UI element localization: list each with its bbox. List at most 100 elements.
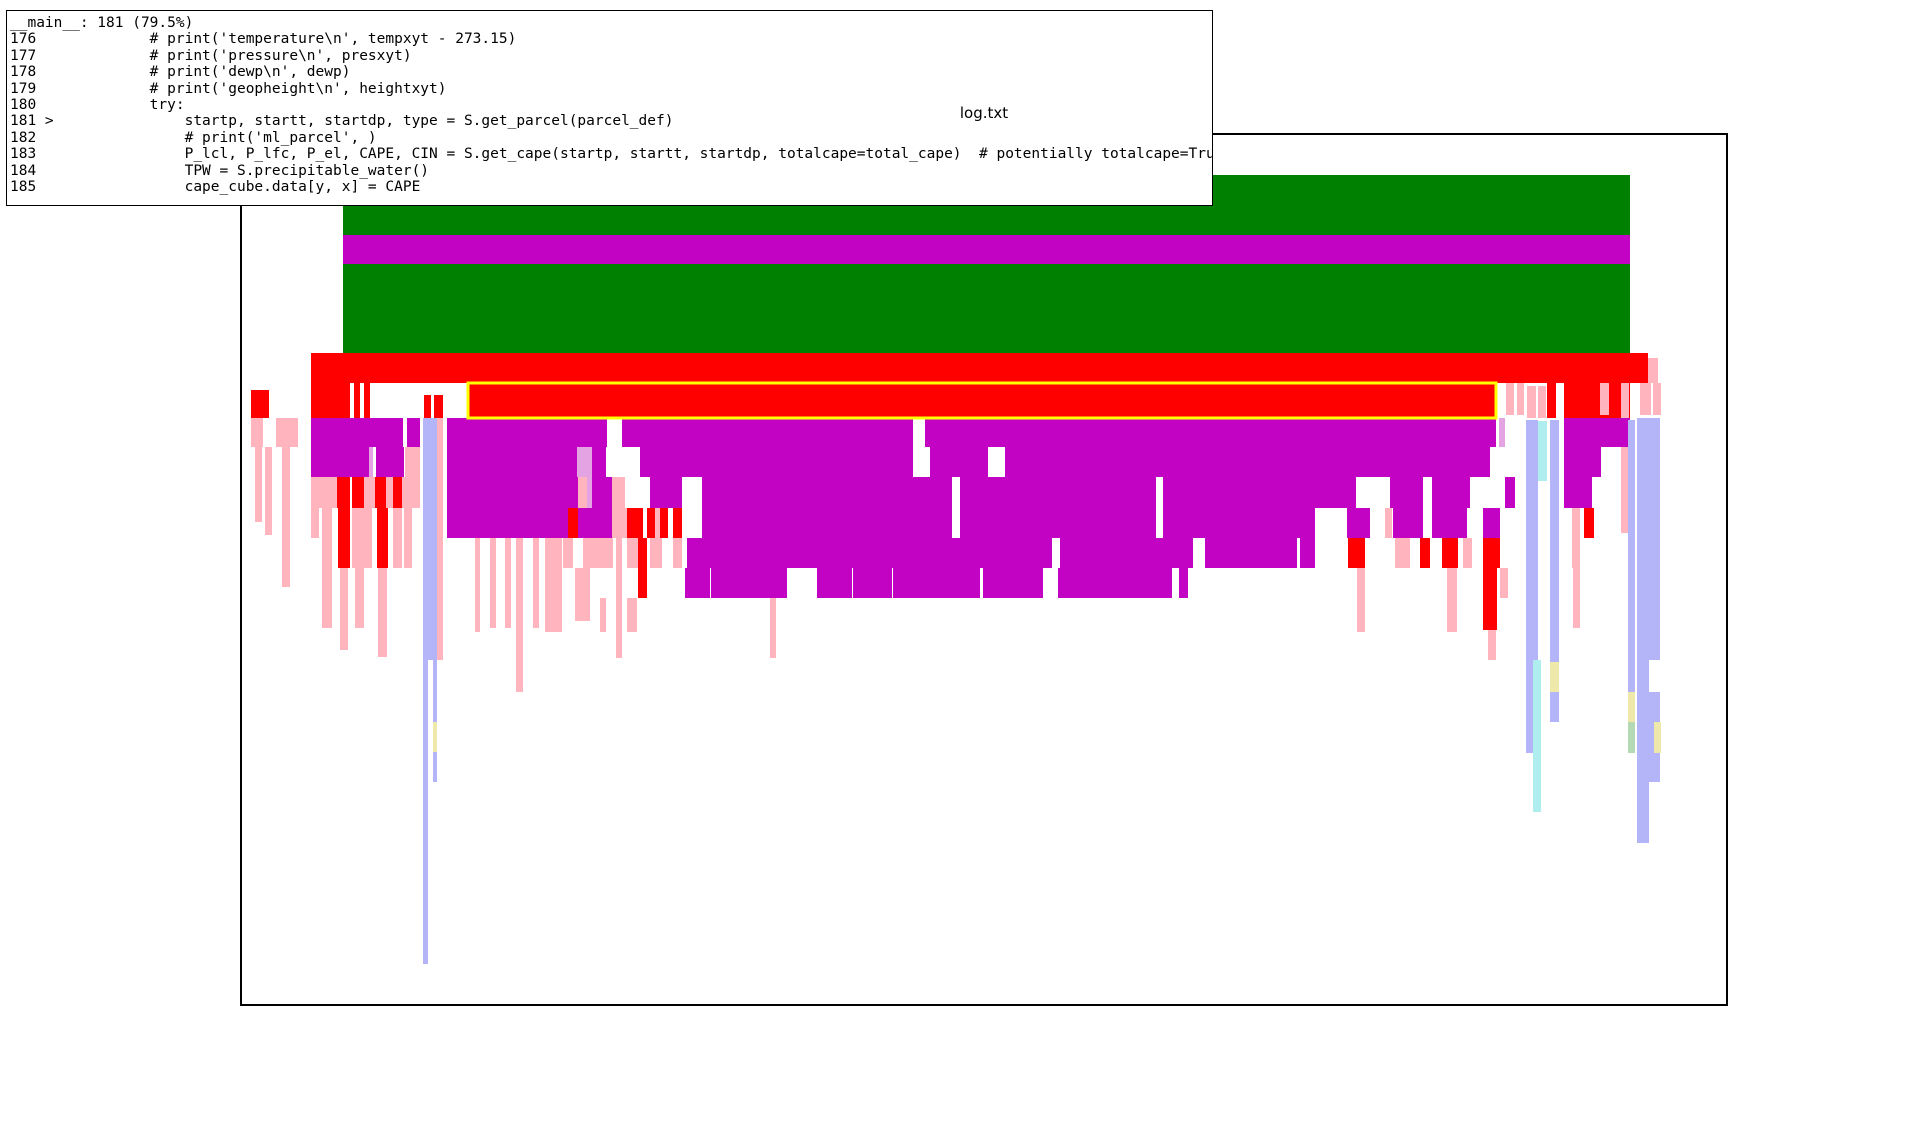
flame-frame-rect[interactable]: [447, 447, 577, 477]
flame-frame-rect[interactable]: [1600, 383, 1609, 415]
flame-frame-rect[interactable]: [612, 477, 625, 508]
flame-frame-rect[interactable]: [352, 477, 364, 508]
flame-frame-rect[interactable]: [711, 568, 787, 598]
flame-frame-rect[interactable]: [1547, 383, 1556, 418]
flame-frame-rect[interactable]: [1347, 508, 1370, 538]
flame-frame-rect[interactable]: [1550, 692, 1559, 722]
flame-frame-rect[interactable]: [1447, 568, 1457, 632]
flame-frame-rect[interactable]: [1517, 383, 1524, 415]
flame-frame-rect[interactable]: [364, 477, 375, 508]
flame-frame-rect[interactable]: [1488, 630, 1496, 660]
flame-frame-rect[interactable]: [433, 660, 437, 722]
flame-frame-rect[interactable]: [592, 477, 612, 508]
flame-frame-rect[interactable]: [1357, 568, 1365, 632]
flame-frame-rect[interactable]: [960, 508, 1156, 538]
flame-frame-rect[interactable]: [578, 477, 587, 508]
flame-frame-rect[interactable]: [402, 477, 420, 508]
flame-frame-rect[interactable]: [983, 568, 1043, 598]
flame-frame-rect[interactable]: [447, 418, 607, 447]
flame-frame-rect[interactable]: [622, 418, 913, 447]
flame-frame-rect[interactable]: [505, 538, 511, 628]
flame-frame-rect[interactable]: [343, 235, 1630, 264]
flame-frame-rect[interactable]: [337, 477, 350, 508]
flame-frame-rect[interactable]: [1280, 477, 1356, 508]
flame-frame-rect[interactable]: [376, 447, 404, 477]
flame-frame-rect[interactable]: [578, 508, 612, 538]
flame-frame-rect[interactable]: [251, 390, 269, 418]
flame-frame-rect[interactable]: [407, 418, 420, 447]
flame-frame-rect[interactable]: [640, 447, 913, 477]
flame-frame-rect[interactable]: [1385, 508, 1392, 538]
flame-frame-rect[interactable]: [311, 508, 319, 538]
flame-frame-rect[interactable]: [1538, 421, 1547, 481]
flame-frame-rect[interactable]: [434, 395, 443, 418]
flame-frame-rect[interactable]: [1621, 383, 1629, 533]
flame-frame-rect[interactable]: [647, 508, 655, 538]
flame-frame-rect[interactable]: [311, 418, 403, 447]
flame-frame-rect[interactable]: [375, 477, 386, 508]
flame-frame-rect[interactable]: [568, 508, 578, 538]
flame-frame-rect[interactable]: [583, 538, 613, 568]
flame-frame-rect[interactable]: [343, 264, 1630, 353]
flame-frame-rect[interactable]: [1463, 538, 1472, 568]
flame-frame-rect[interactable]: [282, 447, 290, 587]
flame-frame-rect[interactable]: [311, 353, 1648, 383]
flame-frame-rect[interactable]: [433, 722, 437, 752]
flame-frame-rect[interactable]: [340, 568, 348, 650]
flame-frame-rect[interactable]: [1584, 508, 1594, 538]
flame-frame-rect[interactable]: [655, 508, 660, 538]
flame-frame-rect[interactable]: [1526, 660, 1533, 753]
flame-frame-rect[interactable]: [702, 477, 952, 508]
flame-frame-rect[interactable]: [1060, 538, 1193, 568]
flame-frame-rect-highlighted[interactable]: [468, 383, 1496, 418]
flame-frame-rect[interactable]: [1390, 477, 1423, 508]
flame-frame-rect[interactable]: [1058, 568, 1172, 598]
flame-frame-rect[interactable]: [1564, 418, 1630, 447]
flame-frame-rect[interactable]: [251, 418, 263, 447]
flame-frame-rect[interactable]: [311, 447, 369, 477]
flame-frame-rect[interactable]: [1637, 418, 1660, 660]
flame-frame-rect[interactable]: [1442, 538, 1458, 568]
flame-frame-rect[interactable]: [1280, 538, 1297, 568]
flame-frame-rect[interactable]: [424, 395, 431, 418]
flame-frame-rect[interactable]: [322, 568, 332, 628]
flame-frame-rect[interactable]: [627, 598, 637, 632]
flame-frame-rect[interactable]: [1505, 477, 1515, 508]
flame-frame-rect[interactable]: [1654, 722, 1661, 753]
flame-frame-rect[interactable]: [1005, 447, 1490, 477]
flame-frame-rect[interactable]: [1483, 508, 1500, 538]
flame-frame-rect[interactable]: [577, 447, 592, 477]
flame-frame-rect[interactable]: [1420, 538, 1430, 568]
flame-frame-rect[interactable]: [925, 418, 1496, 447]
flame-frame-rect[interactable]: [1653, 383, 1661, 415]
flame-frame-rect[interactable]: [545, 538, 562, 632]
flame-frame-rect[interactable]: [817, 568, 852, 598]
flame-frame-rect[interactable]: [433, 752, 437, 782]
flame-frame-rect[interactable]: [311, 383, 350, 418]
flame-frame-rect[interactable]: [1564, 477, 1592, 508]
flame-frame-rect[interactable]: [1637, 660, 1649, 843]
flame-frame-rect[interactable]: [423, 660, 428, 964]
flame-frame-rect[interactable]: [352, 508, 364, 568]
flame-frame-rect[interactable]: [1432, 477, 1470, 508]
flame-frame-rect[interactable]: [687, 538, 1052, 568]
flame-frame-rect[interactable]: [960, 477, 1156, 508]
flame-frame-rect[interactable]: [276, 418, 298, 447]
flame-frame-rect[interactable]: [393, 508, 402, 568]
flame-frame-rect[interactable]: [1533, 660, 1541, 812]
flame-frame-rect[interactable]: [377, 508, 388, 568]
flame-frame-rect[interactable]: [575, 568, 590, 621]
flame-frame-rect[interactable]: [1499, 418, 1505, 447]
flame-frame-rect[interactable]: [447, 477, 555, 508]
flame-frame-rect[interactable]: [1628, 692, 1635, 722]
flame-frame-rect[interactable]: [393, 477, 402, 508]
flame-frame-rect[interactable]: [516, 538, 523, 692]
flame-frame-rect[interactable]: [660, 508, 668, 538]
flame-frame-rect[interactable]: [1572, 508, 1580, 568]
flame-frame-rect[interactable]: [1648, 358, 1658, 383]
flame-frame-rect[interactable]: [404, 508, 412, 568]
flame-frame-rect[interactable]: [612, 508, 627, 538]
flame-frame-rect[interactable]: [364, 383, 370, 418]
flame-frame-rect[interactable]: [627, 538, 638, 568]
flame-frame-rect[interactable]: [930, 447, 988, 477]
